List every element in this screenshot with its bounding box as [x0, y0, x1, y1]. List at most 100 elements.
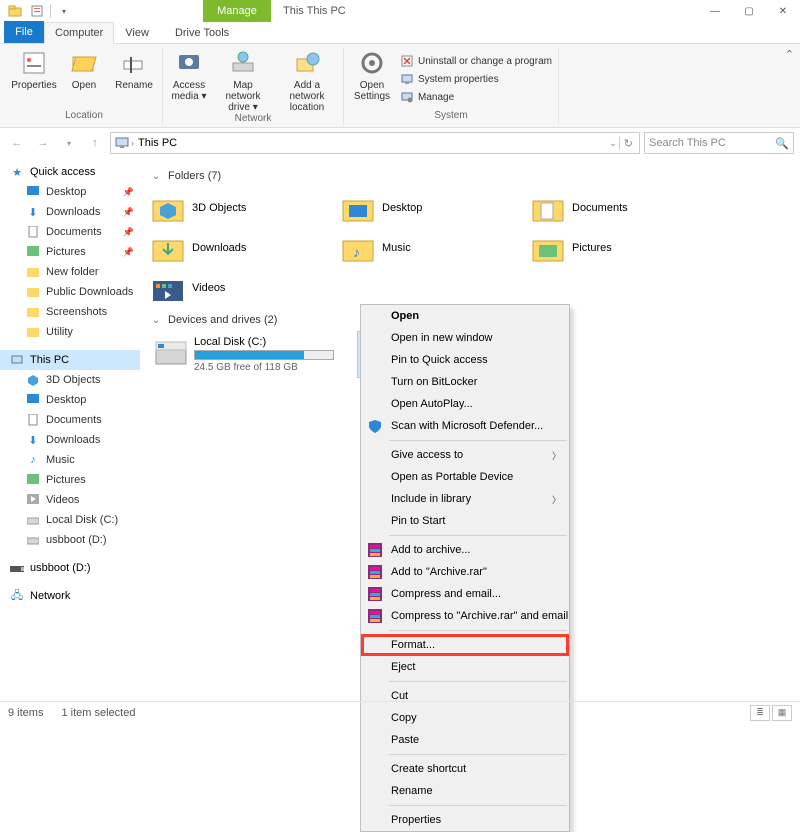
folders-header[interactable]: Folders (7) [150, 170, 790, 182]
sidebar-tp-videos[interactable]: Videos [0, 490, 140, 510]
ctx-defender-scan[interactable]: Scan with Microsoft Defender... [361, 415, 569, 437]
forward-button[interactable]: → [32, 132, 54, 154]
folder-videos[interactable]: Videos [150, 268, 340, 308]
ctx-paste[interactable]: Paste [361, 729, 569, 751]
pin-icon: 📌 [123, 207, 134, 218]
access-media-button[interactable]: Access media ▾ [169, 48, 209, 113]
ctx-compress-email[interactable]: Compress and email... [361, 583, 569, 605]
qat-properties-icon[interactable] [28, 2, 46, 20]
ctx-include-library[interactable]: Include in library〉 [361, 488, 569, 510]
ctx-add-archive[interactable]: Add to archive... [361, 539, 569, 561]
sidebar-network[interactable]: 🖧Network [0, 586, 140, 606]
pin-icon: 📌 [123, 247, 134, 258]
system-properties-button[interactable]: System properties [400, 71, 552, 87]
uninstall-label: Uninstall or change a program [418, 56, 552, 67]
ctx-portable-device[interactable]: Open as Portable Device [361, 466, 569, 488]
tab-computer[interactable]: Computer [44, 22, 114, 44]
sidebar-this-pc[interactable]: This PC [0, 350, 140, 370]
tab-file[interactable]: File [4, 21, 44, 43]
close-button[interactable]: ✕ [766, 0, 800, 22]
open-settings-button[interactable]: Open Settings [350, 48, 394, 110]
folder-pictures[interactable]: Pictures [530, 228, 720, 268]
sidebar-tp-pictures[interactable]: Pictures [0, 470, 140, 490]
ctx-compress-rar-email[interactable]: Compress to "Archive.rar" and email [361, 605, 569, 627]
sidebar-new-folder[interactable]: New folder [0, 262, 140, 282]
uninstall-icon [400, 54, 414, 68]
sidebar-utility[interactable]: Utility [0, 322, 140, 342]
view-icons-button[interactable]: ▦ [772, 705, 792, 721]
back-button[interactable]: ← [6, 132, 28, 154]
sidebar-usb-drive[interactable]: usbboot (D:) [0, 558, 140, 578]
sidebar-public-downloads[interactable]: Public Downloads [0, 282, 140, 302]
ctx-format[interactable]: Format... [361, 634, 569, 656]
sidebar-local-disk[interactable]: Local Disk (C:) [0, 510, 140, 530]
ctx-create-shortcut[interactable]: Create shortcut [361, 758, 569, 780]
ribbon-tabs: File Computer View Drive Tools [0, 22, 800, 44]
ctx-pin-start[interactable]: Pin to Start [361, 510, 569, 532]
ctx-give-access[interactable]: Give access to〉 [361, 444, 569, 466]
ctx-add-archive-rar[interactable]: Add to "Archive.rar" [361, 561, 569, 583]
tab-drive-tools[interactable]: Drive Tools [164, 21, 240, 43]
ctx-open-new-window[interactable]: Open in new window [361, 327, 569, 349]
sidebar-quick-access[interactable]: ★Quick access [0, 162, 140, 182]
qat-dropdown-icon[interactable]: ▾ [55, 2, 73, 20]
ctx-bitlocker[interactable]: Turn on BitLocker [361, 371, 569, 393]
folder-music[interactable]: ♪Music [340, 228, 530, 268]
usb-icon [26, 533, 40, 547]
ctx-open[interactable]: Open [361, 305, 569, 327]
sidebar-screenshots[interactable]: Screenshots [0, 302, 140, 322]
sidebar-tp-desktop[interactable]: Desktop [0, 390, 140, 410]
ribbon-collapse-icon[interactable]: ⌃ [785, 48, 794, 61]
address-bar[interactable]: › This PC ⌄ ↻ [110, 132, 640, 154]
minimize-button[interactable]: ― [698, 0, 732, 22]
tab-view[interactable]: View [114, 21, 160, 43]
search-placeholder: Search This PC [649, 137, 726, 149]
sidebar-tp-downloads[interactable]: ⬇Downloads [0, 430, 140, 450]
breadcrumb-this-pc[interactable]: This PC [134, 137, 181, 149]
qat-folder-icon[interactable] [6, 2, 24, 20]
contextual-tab-manage[interactable]: Manage [203, 0, 271, 22]
folder-documents[interactable]: Documents [530, 188, 720, 228]
ctx-pin-quick-access[interactable]: Pin to Quick access [361, 349, 569, 371]
ctx-eject[interactable]: Eject [361, 656, 569, 678]
folder-3d-objects[interactable]: 3D Objects [150, 188, 340, 228]
sidebar-tp-music[interactable]: ♪Music [0, 450, 140, 470]
folder-icon [26, 285, 40, 299]
properties-label: Properties [11, 80, 57, 91]
open-label: Open [72, 80, 96, 91]
sidebar-tp-documents[interactable]: Documents [0, 410, 140, 430]
system-properties-icon [400, 72, 414, 86]
manage-button[interactable]: Manage [400, 89, 552, 105]
map-drive-button[interactable]: Map network drive ▾ [215, 48, 271, 113]
chevron-right-icon: 〉 [552, 449, 561, 462]
view-details-button[interactable]: ≣ [750, 705, 770, 721]
shield-icon [367, 418, 383, 434]
sidebar-pictures[interactable]: Pictures📌 [0, 242, 140, 262]
folder-desktop[interactable]: Desktop [340, 188, 530, 228]
refresh-button[interactable]: ↻ [619, 137, 637, 150]
sidebar-usbboot[interactable]: usbboot (D:) [0, 530, 140, 550]
rar-icon [367, 564, 383, 580]
sidebar-documents[interactable]: Documents📌 [0, 222, 140, 242]
search-box[interactable]: Search This PC 🔍 [644, 132, 794, 154]
drive-local-c[interactable]: Local Disk (C:) 24.5 GB free of 118 GB [150, 332, 350, 377]
sidebar-downloads[interactable]: ⬇Downloads📌 [0, 202, 140, 222]
ctx-properties[interactable]: Properties [361, 809, 569, 831]
folder-downloads[interactable]: Downloads [150, 228, 340, 268]
add-network-location-button[interactable]: Add a network location [277, 48, 337, 113]
address-dropdown-icon[interactable]: ⌄ [609, 138, 619, 149]
desktop-icon [26, 185, 40, 199]
properties-button[interactable]: Properties [12, 48, 56, 110]
rename-button[interactable]: Rename [112, 48, 156, 110]
ctx-rename[interactable]: Rename [361, 780, 569, 802]
maximize-button[interactable]: ▢ [732, 0, 766, 22]
history-dropdown[interactable]: ▾ [58, 132, 80, 154]
up-button[interactable]: ↑ [84, 132, 106, 154]
pc-icon [115, 136, 129, 150]
sidebar-desktop[interactable]: Desktop📌 [0, 182, 140, 202]
sidebar-3d-objects[interactable]: 3D Objects [0, 370, 140, 390]
uninstall-program-button[interactable]: Uninstall or change a program [400, 53, 552, 69]
ctx-autoplay[interactable]: Open AutoPlay... [361, 393, 569, 415]
open-button[interactable]: Open [62, 48, 106, 110]
group-system-label: System [350, 110, 552, 124]
